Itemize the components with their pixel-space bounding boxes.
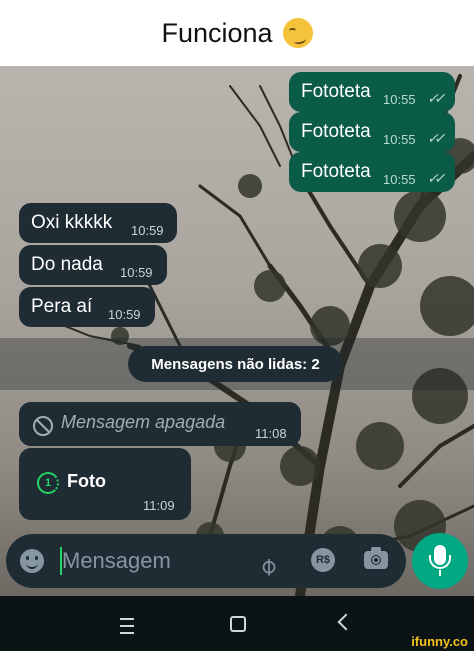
home-square-icon[interactable] bbox=[230, 616, 246, 632]
message-text: Fototeta bbox=[301, 81, 371, 102]
message-text: Oxi kkkkk bbox=[31, 212, 113, 233]
message-time: 11:08 bbox=[255, 426, 287, 441]
microphone-icon bbox=[429, 545, 451, 569]
back-chevron-icon[interactable] bbox=[337, 613, 355, 631]
message-time: 10:55 bbox=[383, 172, 416, 187]
deleted-ban-icon bbox=[33, 416, 53, 436]
message-text: Pera aí bbox=[31, 296, 93, 317]
unread-messages-pill: Mensagens não lidas: 2 bbox=[128, 346, 343, 382]
read-ticks-icon: ✓✓ bbox=[427, 90, 446, 106]
outgoing-message[interactable]: Fototeta 10:55 ✓✓ bbox=[289, 112, 455, 152]
attach-clip-icon[interactable]: ⌀ bbox=[253, 543, 290, 580]
message-text: Fototeta bbox=[301, 121, 371, 142]
microphone-stand bbox=[439, 570, 441, 576]
incoming-message[interactable]: Do nada 10:59 bbox=[19, 245, 167, 285]
system-nav-bar: ifunny.co bbox=[0, 596, 474, 651]
camera-icon[interactable] bbox=[364, 547, 388, 569]
post-title-bar: Funciona bbox=[0, 0, 474, 66]
photo-message[interactable]: 1 Foto 11:09 bbox=[19, 448, 191, 520]
chat-area[interactable]: Fototeta 10:55 ✓✓ Fototeta 10:55 ✓✓ Foto… bbox=[0, 66, 474, 596]
message-time: 10:59 bbox=[131, 223, 164, 238]
outgoing-message[interactable]: Fototeta 10:55 ✓✓ bbox=[289, 152, 455, 192]
outgoing-message[interactable]: Fototeta 10:55 ✓✓ bbox=[289, 72, 455, 112]
message-time: 10:59 bbox=[120, 265, 153, 280]
message-text: Do nada bbox=[31, 254, 103, 275]
incoming-message[interactable]: Oxi kkkkk 10:59 bbox=[19, 203, 177, 243]
message-composer[interactable]: Mensagem ⌀ R$ bbox=[6, 534, 406, 588]
deleted-message-text: Mensagem apagada bbox=[61, 412, 226, 432]
smirk-emoji-icon bbox=[282, 18, 313, 48]
message-text: Fototeta bbox=[301, 161, 371, 182]
deleted-message[interactable]: Mensagem apagada 11:08 bbox=[19, 402, 301, 446]
message-time: 10:59 bbox=[108, 307, 141, 322]
message-time: 10:55 bbox=[383, 92, 416, 107]
message-time: 10:55 bbox=[383, 132, 416, 147]
message-time: 11:09 bbox=[143, 498, 175, 513]
voice-record-button[interactable] bbox=[412, 533, 468, 589]
read-ticks-icon: ✓✓ bbox=[427, 170, 446, 186]
message-input[interactable]: Mensagem bbox=[62, 548, 171, 574]
recents-menu-icon[interactable] bbox=[120, 618, 134, 634]
post-title: Funciona bbox=[161, 17, 273, 48]
emoji-icon[interactable] bbox=[20, 549, 44, 573]
payment-icon[interactable]: R$ bbox=[311, 548, 335, 572]
photo-label: Foto bbox=[67, 471, 106, 491]
read-ticks-icon: ✓✓ bbox=[427, 130, 446, 146]
view-once-icon: 1 bbox=[37, 472, 59, 494]
incoming-message[interactable]: Pera aí 10:59 bbox=[19, 287, 155, 327]
watermark: ifunny.co bbox=[411, 634, 468, 649]
